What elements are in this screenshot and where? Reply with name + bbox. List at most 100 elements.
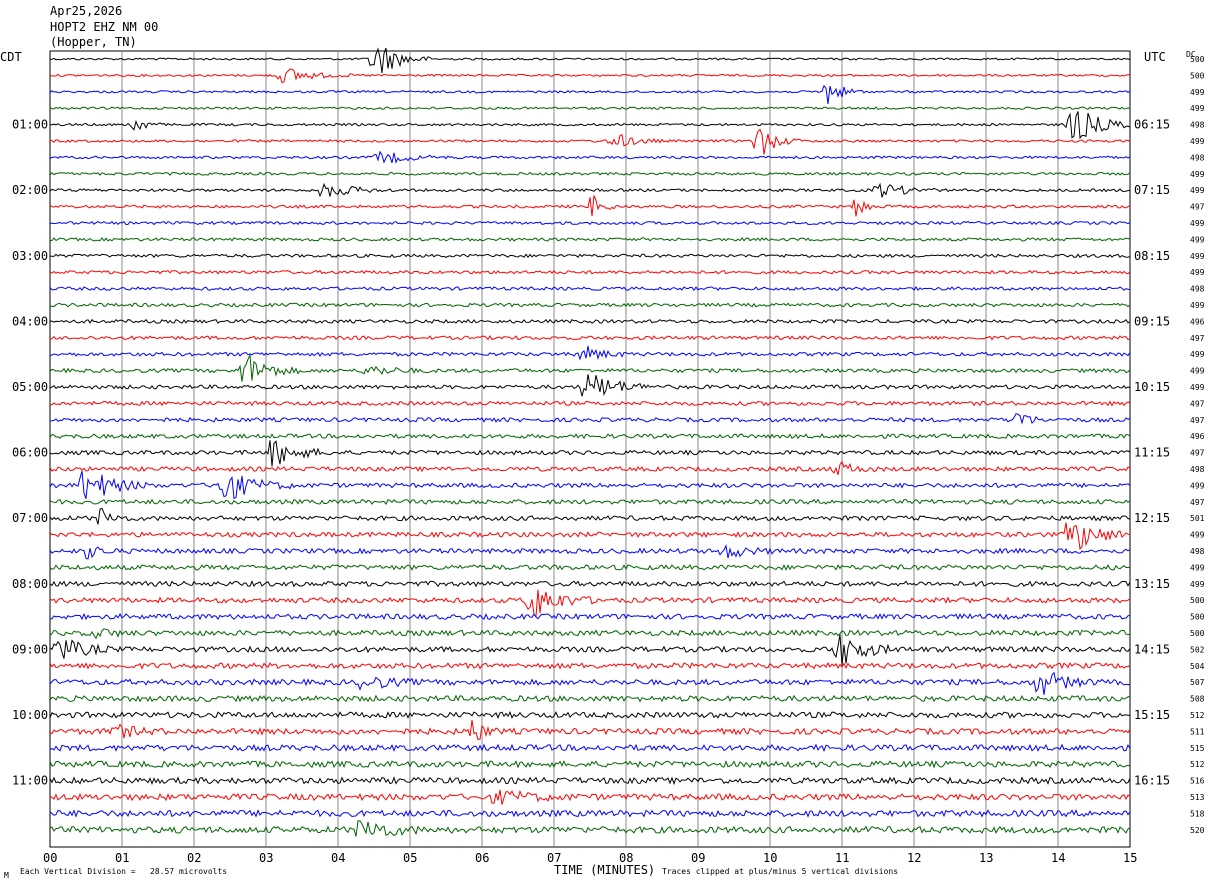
trace-row-46 <box>49 789 1131 805</box>
trace-row-44 <box>49 760 1131 769</box>
trace-row-21 <box>49 374 1131 397</box>
dc-offset-label: 499 <box>1190 186 1205 195</box>
dc-offset-label: 499 <box>1190 219 1205 228</box>
scale-note: Each Vertical Division = 28.57 microvolt… <box>20 867 228 876</box>
left-hour-label: 06:00 <box>12 446 48 460</box>
x-axis-label: TIME (MINUTES) <box>554 863 656 877</box>
trace-row-39 <box>49 671 1131 695</box>
trace-row-6 <box>49 128 1131 155</box>
left-hour-label: 08:00 <box>12 577 48 591</box>
trace-row-33 <box>49 580 1131 588</box>
trace-row-19 <box>49 345 1131 361</box>
dc-offset-label: 513 <box>1190 793 1205 802</box>
x-tick-label: 09 <box>691 851 705 865</box>
trace-row-9 <box>49 182 1131 198</box>
dc-offset-label: 515 <box>1190 744 1205 753</box>
dc-offset-label: 516 <box>1190 777 1205 786</box>
trace-row-28 <box>49 498 1131 505</box>
trace-row-25 <box>49 440 1131 467</box>
dc-offset-label: 497 <box>1190 203 1205 212</box>
dc-offset-label: 499 <box>1190 531 1205 540</box>
dc-offset-label: 499 <box>1190 481 1205 490</box>
right-hour-label: 06:15 <box>1134 118 1170 132</box>
dc-offset-label: 507 <box>1190 678 1205 687</box>
trace-row-8 <box>49 171 1131 176</box>
trace-row-18 <box>49 335 1131 341</box>
header-station: HOPT2 EHZ NM 00 <box>50 20 159 34</box>
trace-row-35 <box>49 612 1131 621</box>
dc-offset-label: 500 <box>1190 71 1205 80</box>
dc-offset-label: 496 <box>1190 317 1205 326</box>
dc-offset-label: 499 <box>1190 350 1205 359</box>
dc-offset-label: 498 <box>1190 153 1205 162</box>
right-hour-label: 16:15 <box>1134 774 1170 788</box>
trace-row-37 <box>49 634 1131 666</box>
dc-offset-label: 499 <box>1190 367 1205 376</box>
trace-row-17 <box>49 318 1131 324</box>
x-tick-label: 05 <box>403 851 417 865</box>
right-hour-label: 10:15 <box>1134 380 1170 394</box>
dc-offset-label: 499 <box>1190 580 1205 589</box>
dc-offset-label: 501 <box>1190 514 1205 523</box>
dc-offset-label: 518 <box>1190 809 1205 818</box>
dc-offset-label: 511 <box>1190 727 1205 736</box>
left-hour-label: 01:00 <box>12 118 48 132</box>
dc-column-label: DC <box>1186 50 1196 59</box>
dc-offset-label: 498 <box>1190 547 1205 556</box>
dc-offset-label: 499 <box>1190 137 1205 146</box>
helicorder-plot: 500 500 499 499 498 499 498 499 499 497 499 499 499 4… <box>12 47 1205 865</box>
x-tick-label: 12 <box>907 851 921 865</box>
x-tick-label: 13 <box>979 851 993 865</box>
right-hour-label: 12:15 <box>1134 511 1170 525</box>
dc-offset-label: 497 <box>1190 449 1205 458</box>
trace-row-7 <box>49 150 1131 164</box>
dc-offset-label: 500 <box>1190 629 1205 638</box>
left-hour-label: 02:00 <box>12 183 48 197</box>
left-hour-label: 04:00 <box>12 314 48 328</box>
trace-row-23 <box>49 413 1131 425</box>
trace-row-26 <box>49 460 1131 476</box>
dc-offset-label: 497 <box>1190 399 1205 408</box>
trace-row-47 <box>49 809 1131 818</box>
dc-offset-label: 498 <box>1190 121 1205 130</box>
trace-row-27 <box>49 470 1131 500</box>
right-hour-label: 09:15 <box>1134 314 1170 328</box>
dc-offset-label: 520 <box>1190 826 1205 835</box>
dc-offset-label: 508 <box>1190 695 1205 704</box>
corner-mark: M <box>4 871 9 880</box>
dc-offset-label: 512 <box>1190 760 1205 769</box>
x-tick-label: 06 <box>475 851 489 865</box>
left-timezone-label: CDT <box>0 50 22 64</box>
trace-row-24 <box>49 433 1131 440</box>
dc-offset-label: 499 <box>1190 235 1205 244</box>
x-tick-label: 10 <box>763 851 777 865</box>
trace-row-14 <box>49 269 1131 275</box>
x-tick-label: 00 <box>43 851 57 865</box>
left-hour-label: 10:00 <box>12 708 48 722</box>
x-tick-label: 02 <box>187 851 201 865</box>
trace-row-11 <box>49 220 1131 226</box>
plot-frame <box>49 50 1131 848</box>
dc-offset-label: 498 <box>1190 465 1205 474</box>
trace-row-42 <box>49 720 1131 740</box>
trace-row-1 <box>49 47 1131 74</box>
right-timezone-label: UTC <box>1144 50 1166 64</box>
dc-offset-label: 499 <box>1190 170 1205 179</box>
trace-row-12 <box>49 237 1130 242</box>
trace-row-5 <box>49 111 1131 140</box>
left-hour-label: 05:00 <box>12 380 48 394</box>
trace-row-34 <box>49 589 1131 618</box>
left-hour-label: 07:00 <box>12 511 48 525</box>
right-hour-label: 14:15 <box>1134 642 1170 656</box>
trace-row-38 <box>49 662 1131 670</box>
left-hour-label: 03:00 <box>12 249 48 263</box>
trace-row-36 <box>49 628 1131 640</box>
dc-offset-label: 499 <box>1190 88 1205 97</box>
trace-row-29 <box>49 507 1131 525</box>
trace-row-20 <box>49 353 1131 382</box>
dc-offset-label: 498 <box>1190 285 1205 294</box>
trace-row-45 <box>49 776 1131 786</box>
right-hour-label: 15:15 <box>1134 708 1170 722</box>
trace-row-2 <box>49 68 1131 84</box>
trace-row-48 <box>49 820 1131 837</box>
